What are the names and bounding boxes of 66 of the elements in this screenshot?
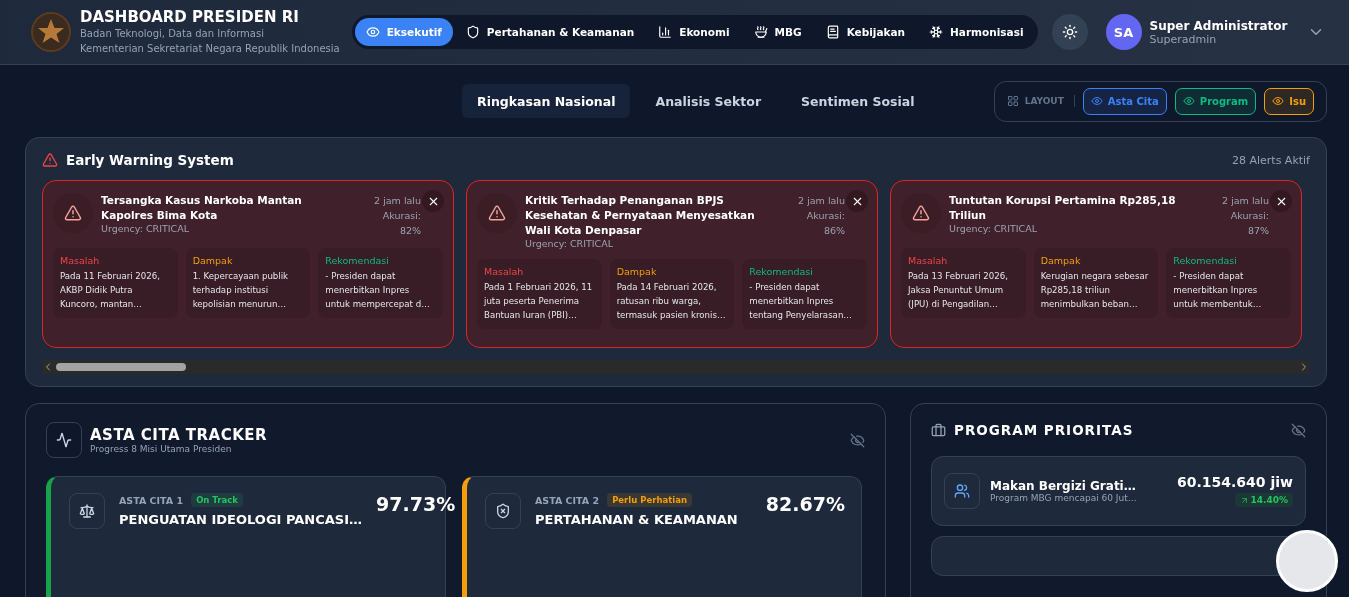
change-badge: 14.40% <box>1234 493 1293 507</box>
urgency-text: Urgency: CRITICAL <box>525 238 615 249</box>
alert-title: Tuntutan Korupsi Pertamina Rp285,18 Triliun <box>949 193 1177 223</box>
view-tab[interactable]: Ringkasan Nasional <box>462 84 631 118</box>
section-heading: Masalah <box>908 255 949 266</box>
card-title: PERTAHANAN & KEAMANAN <box>535 512 738 527</box>
status-badge: On Track <box>191 493 243 507</box>
user-name: Super Administrator <box>1149 18 1288 33</box>
nav-tab[interactable]: Harmonisasi <box>918 18 1035 46</box>
section-heading: Rekomendasi <box>325 255 390 266</box>
nav-tab[interactable]: Pertahanan & Keamanan <box>454 18 646 46</box>
view-tab[interactable]: Sentimen Sosial <box>786 84 930 118</box>
view-tab[interactable]: Analisis Sektor <box>640 84 777 118</box>
card-title: PENGUATAN IDEOLOGI PANCASI… <box>119 512 363 527</box>
section-heading: Dampak <box>1040 255 1082 266</box>
panel-title: Early Warning System <box>66 152 234 168</box>
section-heading: Masalah <box>484 266 525 277</box>
urgency-text: Urgency: CRITICAL <box>101 223 191 234</box>
card-label: ASTA CITA 2 <box>535 494 600 506</box>
alert-title: Tersangka Kasus Narkoba Mantan Kapolres Bima Kota <box>101 193 303 223</box>
layout-toggle[interactable]: Program <box>1174 87 1257 115</box>
section-heading: Rekomendasi <box>1173 255 1238 266</box>
app-title: DASHBOARD PRESIDEN RI <box>80 8 300 26</box>
section-heading: Dampak <box>192 255 234 266</box>
section-text: 1. Kepercayaan publik terhadap institusi kepolisian menurun… <box>192 270 290 311</box>
layout-toggle[interactable]: Isu <box>1264 87 1314 115</box>
section-text: Pada 13 Februari 2026, Jaksa Penuntut Umum (JPU) di Pengadilan… <box>908 270 1009 311</box>
accuracy-text: Akurasi: 82% <box>381 209 421 238</box>
section-text: - Presiden dapat menerbitkan Inpres untuk mempercepat d… <box>325 270 431 311</box>
urgency-text: Urgency: CRITICAL <box>949 223 1039 234</box>
program-name: Makan Bergizi Grati… <box>990 479 1137 493</box>
subtitle-text: Kementerian Sekretariat Negara Republik Indonesia <box>80 42 340 56</box>
percent-value: 82.67% <box>765 493 845 517</box>
alert-count: 28 Alerts Aktif <box>1231 153 1310 167</box>
panel-subtitle: Progress 8 Misi Utama Presiden <box>90 444 233 454</box>
layout-label: LAYOUT <box>1006 95 1075 107</box>
alert-time: 2 jam lalu <box>1221 194 1269 208</box>
section-text: - Presiden dapat menerbitkan Inpres untuk membentuk… <box>1173 270 1263 311</box>
alert-time: 2 jam lalu <box>373 194 421 208</box>
section-text: Pada 14 Februari 2026, ratusan ribu warga, termasuk pasien kronis… <box>616 281 727 322</box>
section-heading: Masalah <box>60 255 101 266</box>
section-text: - Presiden dapat menerbitkan Inpres tentang Penyelarasan… <box>749 281 853 322</box>
accuracy-text: Akurasi: 86% <box>805 209 845 238</box>
alert-time: 2 jam lalu <box>797 194 845 208</box>
nav-tab[interactable]: Ekonomi <box>647 18 741 46</box>
section-text: Pada 1 Februari 2026, 11 juta peserta Penerima Bantuan Iuran (PBI)… <box>484 281 594 322</box>
user-role: Superadmin <box>1149 32 1218 46</box>
status-badge: Perlu Perhatian <box>607 493 692 507</box>
section-heading: Dampak <box>616 266 658 277</box>
accuracy-text: Akurasi: 87% <box>1229 209 1269 238</box>
nav-tab[interactable]: Kebijakan <box>814 18 917 46</box>
section-heading: Rekomendasi <box>749 266 814 277</box>
percent-value: 97.73% <box>376 493 456 517</box>
nav-tab[interactable]: Eksekutif <box>354 18 453 46</box>
section-text: Kerugian negara sebesar Rp285,18 triliun menimbulkan beban… <box>1040 270 1150 311</box>
section-text: Pada 11 Februari 2026, AKBP Didik Putra Kuncoro, mantan… <box>60 270 161 311</box>
panel-title: ASTA CITA TRACKER <box>90 426 268 444</box>
alert-title: Kritik Terhadap Penanganan BPJS Kesehatan & Pernyataan Menyesatkan Wali Kota Denpasar <box>525 193 756 238</box>
program-description: Program MBG mencapai 60 Jut… <box>990 493 1137 503</box>
layout-toggle[interactable]: Asta Cita <box>1082 87 1167 115</box>
nav-tab[interactable]: MBG <box>742 18 813 46</box>
user-avatar: SA <box>1105 14 1142 50</box>
card-label: ASTA CITA 1 <box>119 494 184 506</box>
program-value: 60.154.640 jiw <box>1177 473 1293 490</box>
panel-title: PROGRAM PRIORITAS <box>954 422 1134 438</box>
subtitle-text: Badan Teknologi, Data dan Informasi <box>80 27 265 41</box>
